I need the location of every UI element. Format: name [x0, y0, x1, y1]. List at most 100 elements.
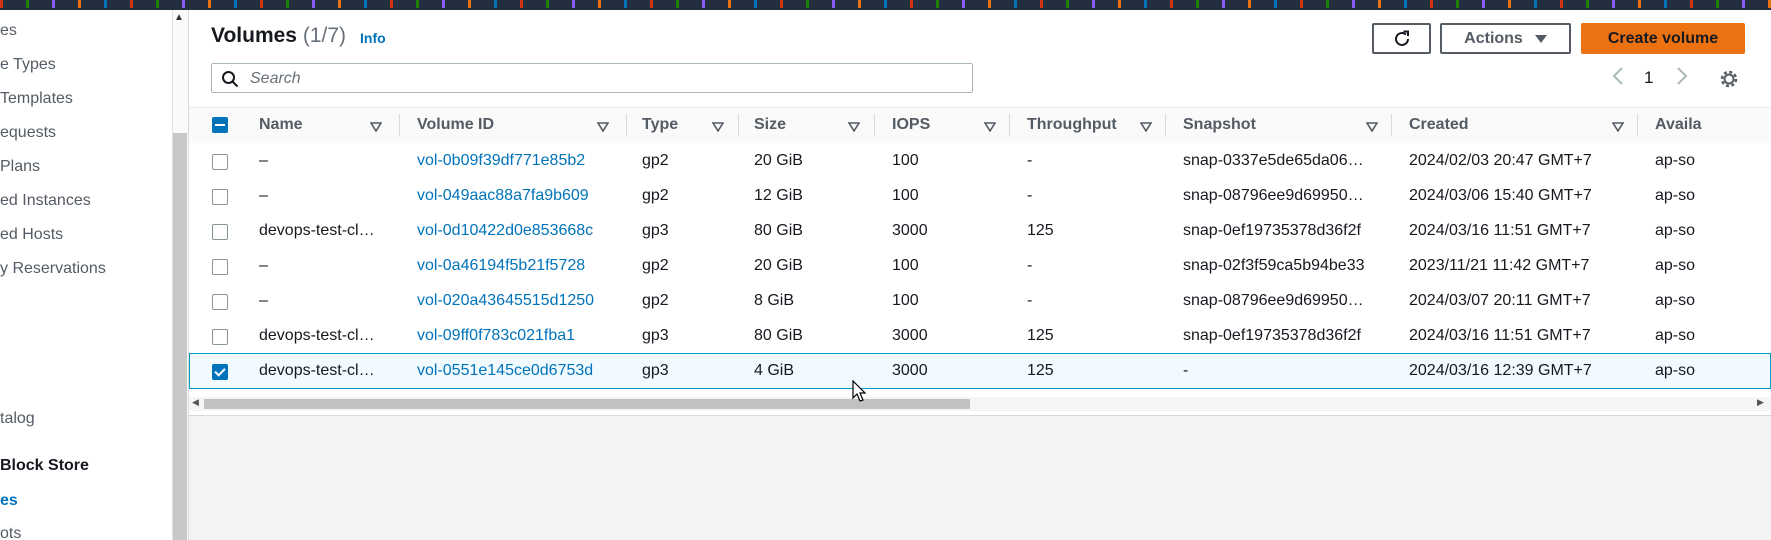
volume-id-link[interactable]: vol-0b09f39df771e85b2: [417, 152, 585, 170]
column-resizer[interactable]: [874, 114, 875, 136]
row-checkbox[interactable]: [212, 259, 228, 275]
scroll-right-icon[interactable]: ▶: [1757, 397, 1764, 408]
row-checkbox[interactable]: [212, 329, 228, 345]
volume-id-link[interactable]: vol-0a46194f5b21f5728: [417, 257, 585, 275]
volume-id-link[interactable]: vol-0551e145ce0d6753d: [417, 362, 593, 380]
column-header[interactable]: Volume ID: [417, 107, 494, 142]
sidebar-item[interactable]: es: [0, 22, 17, 40]
filter-icon[interactable]: [983, 119, 997, 137]
cell-created: 2024/03/07 20:11 GMT+7: [1409, 292, 1591, 309]
row-checkbox[interactable]: [212, 224, 228, 240]
cell-az: ap-so: [1655, 257, 1695, 274]
cell-created: 2024/03/16 12:39 GMT+7: [1409, 362, 1592, 379]
column-header[interactable]: IOPS: [892, 107, 930, 142]
cell-snapshot: -: [1183, 362, 1189, 379]
search-input[interactable]: [248, 66, 952, 92]
cell-size: 4 GiB: [754, 362, 795, 379]
chevron-left-icon[interactable]: [1612, 66, 1624, 92]
row-checkbox[interactable]: [212, 189, 228, 205]
cell-snapshot: snap-0337e5de65da06…: [1183, 152, 1364, 169]
search-icon: [222, 71, 239, 88]
column-header[interactable]: Throughput: [1027, 107, 1117, 142]
filter-icon[interactable]: [1611, 119, 1625, 137]
title-text: Volumes: [211, 24, 297, 47]
cell-iops: 3000: [892, 362, 928, 379]
actions-label: Actions: [1464, 29, 1523, 47]
scroll-left-icon[interactable]: ◀: [192, 397, 199, 408]
sidebar-scroll-thumb[interactable]: [173, 133, 187, 540]
filter-icon[interactable]: [1365, 119, 1379, 137]
cell-size: 12 GiB: [754, 187, 803, 204]
sidebar-item[interactable]: talog: [0, 410, 35, 428]
column-header[interactable]: Size: [754, 107, 786, 142]
cell-name: devops-test-cl…: [259, 222, 375, 239]
volume-id-link[interactable]: vol-049aac88a7fa9b609: [417, 187, 589, 205]
filter-icon[interactable]: [711, 119, 725, 137]
column-resizer[interactable]: [738, 114, 739, 136]
row-checkbox[interactable]: [212, 294, 228, 310]
column-header[interactable]: Availa: [1655, 107, 1702, 142]
sidebar-item[interactable]: equests: [0, 124, 56, 142]
actions-button[interactable]: Actions: [1440, 23, 1571, 54]
cell-type: gp3: [642, 222, 669, 239]
cell-created: 2024/03/16 11:51 GMT+7: [1409, 327, 1591, 344]
cell-throughput: 125: [1027, 362, 1054, 379]
cell-type: gp2: [642, 292, 669, 309]
volume-id-link[interactable]: vol-020a43645515d1250: [417, 292, 594, 310]
cell-throughput: 125: [1027, 222, 1054, 239]
sidebar-item[interactable]: y Reservations: [0, 260, 106, 278]
page-number[interactable]: 1: [1644, 68, 1653, 88]
cell-az: ap-so: [1655, 327, 1695, 344]
volume-id-link[interactable]: vol-0d10422d0e853668c: [417, 222, 593, 240]
search-box[interactable]: [211, 63, 973, 93]
sidebar-item[interactable]: Plans: [0, 158, 40, 176]
cell-name: –: [259, 187, 268, 204]
cell-az: ap-so: [1655, 362, 1695, 379]
sidebar-item[interactable]: Templates: [0, 90, 73, 108]
column-resizer[interactable]: [1009, 114, 1010, 136]
cell-size: 20 GiB: [754, 257, 803, 274]
sidebar-item[interactable]: ed Instances: [0, 192, 91, 210]
cell-az: ap-so: [1655, 187, 1695, 204]
cell-type: gp3: [642, 327, 669, 344]
cell-created: 2024/03/06 15:40 GMT+7: [1409, 187, 1592, 204]
filter-icon[interactable]: [1139, 119, 1153, 137]
column-resizer[interactable]: [399, 114, 400, 136]
column-resizer[interactable]: [1637, 114, 1638, 136]
sidebar-item[interactable]: ed Hosts: [0, 226, 63, 244]
cell-iops: 100: [892, 257, 919, 274]
sidebar-item[interactable]: ots: [0, 525, 21, 540]
column-header[interactable]: Type: [642, 107, 678, 142]
filter-icon[interactable]: [847, 119, 861, 137]
sidebar-item[interactable]: e Types: [0, 56, 56, 74]
sidebar-item[interactable]: es: [0, 492, 18, 510]
cell-created: 2023/11/21 11:42 GMT+7: [1409, 257, 1590, 274]
filter-icon[interactable]: [596, 119, 610, 137]
service-color-stripe: [0, 0, 1771, 8]
cell-created: 2024/03/16 11:51 GMT+7: [1409, 222, 1591, 239]
column-resizer[interactable]: [626, 114, 627, 136]
scroll-up-icon[interactable]: ▲: [174, 12, 184, 23]
column-resizer[interactable]: [1165, 114, 1166, 136]
refresh-button[interactable]: [1372, 23, 1431, 54]
column-resizer[interactable]: [1391, 114, 1392, 136]
cell-az: ap-so: [1655, 152, 1695, 169]
info-link[interactable]: Info: [360, 30, 386, 46]
sidebar-heading: Block Store: [0, 457, 89, 474]
create-volume-button[interactable]: Create volume: [1581, 23, 1745, 54]
filter-icon[interactable]: [369, 119, 383, 137]
cell-name: devops-test-cl…: [259, 362, 375, 379]
gear-icon[interactable]: [1718, 68, 1740, 95]
column-header[interactable]: Snapshot: [1183, 107, 1256, 142]
column-header[interactable]: Created: [1409, 107, 1469, 142]
cell-throughput: 125: [1027, 327, 1054, 344]
cell-size: 8 GiB: [754, 292, 795, 309]
volume-id-link[interactable]: vol-09ff0f783c021fba1: [417, 327, 575, 345]
cell-az: ap-so: [1655, 222, 1695, 239]
cell-name: –: [259, 292, 268, 309]
chevron-right-icon[interactable]: [1676, 66, 1688, 92]
row-checkbox[interactable]: [212, 364, 228, 380]
column-header[interactable]: Name: [259, 107, 303, 142]
select-all-checkbox[interactable]: [212, 117, 228, 133]
row-checkbox[interactable]: [212, 154, 228, 170]
